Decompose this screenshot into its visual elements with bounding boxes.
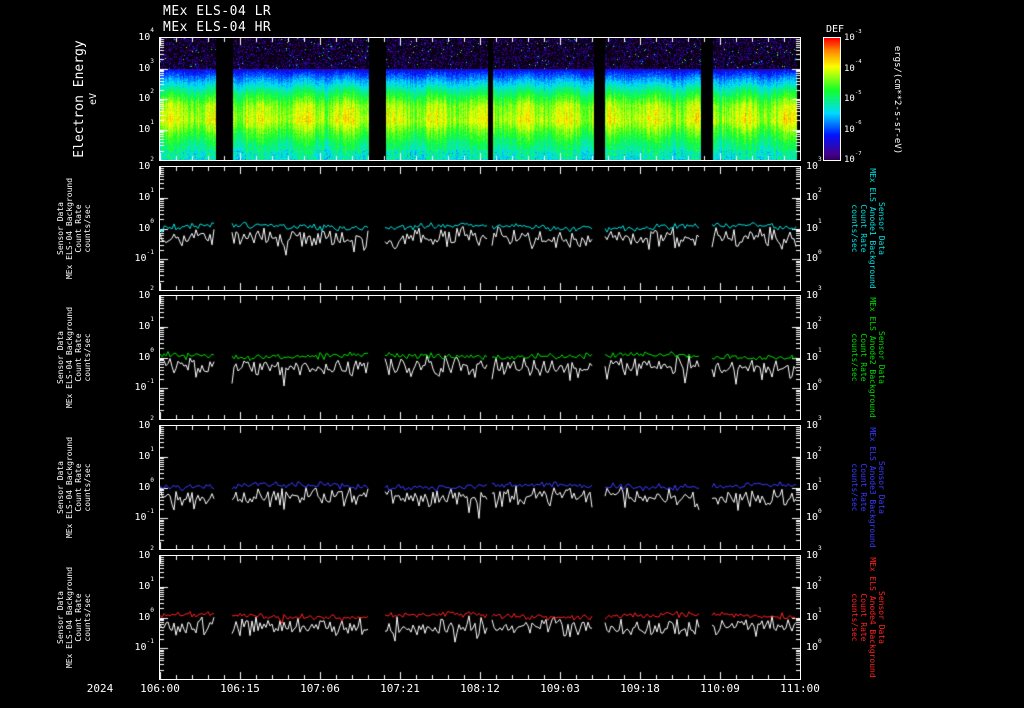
colorbar-tick-label: 10-4: [844, 64, 888, 74]
x-axis-tick-label: 109:18: [612, 682, 668, 695]
line-panel-4-canvas: [160, 556, 800, 679]
plot-title-lr: MEx ELS-04 LR: [163, 4, 271, 19]
line-panel-right-label-line: Count Rate: [859, 556, 868, 679]
line-panel-right-label-line: MEx ELS Anode1 Background: [868, 167, 877, 290]
line-panel-left-label-line: counts/sec: [83, 167, 92, 290]
line-panel-3: [159, 425, 801, 550]
spectrogram-y-tick-label: 103: [106, 63, 154, 74]
line-panel-left-label-line: counts/sec: [83, 426, 92, 549]
plot-root: MEx ELS-04 LR MEx ELS-04 HR Electron Ene…: [0, 0, 1024, 708]
colorbar-canvas: [824, 38, 840, 160]
line-panel-3-left-tick-label: 100: [106, 482, 154, 493]
line-panel-1-canvas: [160, 167, 800, 290]
line-panel-3-left-tick-label: 101: [106, 451, 154, 462]
line-panel-left-label-line: counts/sec: [83, 556, 92, 679]
line-panel-right-label-line: Sensor Data: [877, 296, 886, 419]
line-panel-left-label-line: MEx ELS-04 Background: [65, 426, 74, 549]
plot-title-hr: MEx ELS-04 HR: [163, 20, 271, 35]
x-axis-tick-label: 109:03: [532, 682, 588, 695]
colorbar-tick-label: 10-3: [844, 33, 888, 43]
line-panel-4-left-tick-label: 100: [106, 612, 154, 623]
line-panel-2-canvas: [160, 296, 800, 419]
spectrogram-panel: [159, 37, 801, 161]
line-panel-right-label-line: counts/sec: [850, 556, 859, 679]
x-axis-tick-label: 111:00: [772, 682, 828, 695]
x-axis-tick-label: 106:15: [212, 682, 268, 695]
line-panel-left-label-line: MEx ELS-04 Background: [65, 556, 74, 679]
line-panel-left-label-line: Count Rate: [74, 426, 83, 549]
line-panel-left-label-line: Sensor Data: [56, 556, 65, 679]
line-panel-4-left-tick-label: 102: [106, 550, 154, 561]
x-axis-tick-label: 107:06: [292, 682, 348, 695]
line-panel-left-label-line: counts/sec: [83, 296, 92, 419]
line-panel-1: [159, 166, 801, 291]
line-panel-2-left-tick-label: 100: [106, 352, 154, 363]
line-panel-4-left-label: Sensor DataMEx ELS-04 BackgroundCount Ra…: [56, 556, 94, 679]
spectrogram-y-axis-label: Electron Energy eV: [72, 38, 106, 160]
line-panel-right-label-line: Count Rate: [859, 167, 868, 290]
x-axis-tick-label: 106:00: [132, 682, 188, 695]
line-panel-left-label-line: MEx ELS-04 Background: [65, 296, 74, 419]
colorbar-tick-label: 10-7: [844, 155, 888, 165]
colorbar-unit-label: ergs/(cm**2-s-sr-eV): [890, 26, 903, 174]
line-panel-4: [159, 555, 801, 680]
x-axis-year-label: 2024: [70, 682, 130, 695]
line-panel-2-right-label: Sensor DataMEx ELS Anode2 BackgroundCoun…: [846, 296, 886, 419]
x-axis-tick-label: 108:12: [452, 682, 508, 695]
colorbar-tick-label: 10-5: [844, 94, 888, 104]
line-panel-left-label-line: Sensor Data: [56, 426, 65, 549]
line-panel-2: [159, 295, 801, 420]
line-panel-right-label-line: Count Rate: [859, 426, 868, 549]
line-panel-left-label-line: Sensor Data: [56, 167, 65, 290]
line-panel-right-label-line: MEx ELS Anode3 Background: [868, 426, 877, 549]
line-panel-left-label-line: Count Rate: [74, 167, 83, 290]
line-panel-right-label-line: MEx ELS Anode2 Background: [868, 296, 877, 419]
colorbar-tick-label: 10-6: [844, 125, 888, 135]
spectrogram-y-tick-label: 104: [106, 32, 154, 43]
spectrogram-y-tick-label: 101: [106, 124, 154, 135]
line-panel-1-left-tick-label: 102: [106, 161, 154, 172]
line-panel-4-left-tick-label: 101: [106, 581, 154, 592]
line-panel-3-right-label: Sensor DataMEx ELS Anode3 BackgroundCoun…: [846, 426, 886, 549]
line-panel-right-label-line: counts/sec: [850, 426, 859, 549]
line-panel-2-left-tick-label: 102: [106, 290, 154, 301]
line-panel-right-label-line: Sensor Data: [877, 167, 886, 290]
line-panel-3-left-tick-label: 102: [106, 420, 154, 431]
line-panel-1-left-tick-label: 100: [106, 223, 154, 234]
line-panel-right-label-line: Sensor Data: [877, 426, 886, 549]
line-panel-left-label-line: Count Rate: [74, 556, 83, 679]
line-panel-1-left-label: Sensor DataMEx ELS-04 BackgroundCount Ra…: [56, 167, 94, 290]
x-axis-tick-label: 107:21: [372, 682, 428, 695]
line-panel-left-label-line: MEx ELS-04 Background: [65, 167, 74, 290]
spectrogram-panel-canvas: [160, 38, 800, 160]
line-panel-right-label-line: Count Rate: [859, 296, 868, 419]
line-panel-right-label-line: counts/sec: [850, 296, 859, 419]
line-panel-1-right-label: Sensor DataMEx ELS Anode1 BackgroundCoun…: [846, 167, 886, 290]
spectrogram-y-axis-label-text: Electron Energy: [72, 38, 88, 160]
line-panel-3-canvas: [160, 426, 800, 549]
line-panel-2-left-label: Sensor DataMEx ELS-04 BackgroundCount Ra…: [56, 296, 94, 419]
colorbar: [823, 37, 841, 161]
line-panel-right-label-line: counts/sec: [850, 167, 859, 290]
line-panel-2-left-tick-label: 101: [106, 321, 154, 332]
line-panel-left-label-line: Count Rate: [74, 296, 83, 419]
line-panel-right-label-line: MEx ELS Anode4 Background: [868, 556, 877, 679]
spectrogram-y-axis-unit: eV: [88, 38, 100, 160]
x-axis-tick-label: 110:09: [692, 682, 748, 695]
line-panel-1-left-tick-label: 10-1: [106, 253, 154, 264]
line-panel-3-left-tick-label: 10-1: [106, 512, 154, 523]
line-panel-left-label-line: Sensor Data: [56, 296, 65, 419]
line-panel-4-right-label: Sensor DataMEx ELS Anode4 BackgroundCoun…: [846, 556, 886, 679]
line-panel-2-left-tick-label: 10-1: [106, 382, 154, 393]
line-panel-3-left-label: Sensor DataMEx ELS-04 BackgroundCount Ra…: [56, 426, 94, 549]
line-panel-right-label-line: Sensor Data: [877, 556, 886, 679]
line-panel-4-left-tick-label: 10-1: [106, 642, 154, 653]
spectrogram-y-tick-label: 102: [106, 93, 154, 104]
line-panel-1-left-tick-label: 101: [106, 192, 154, 203]
